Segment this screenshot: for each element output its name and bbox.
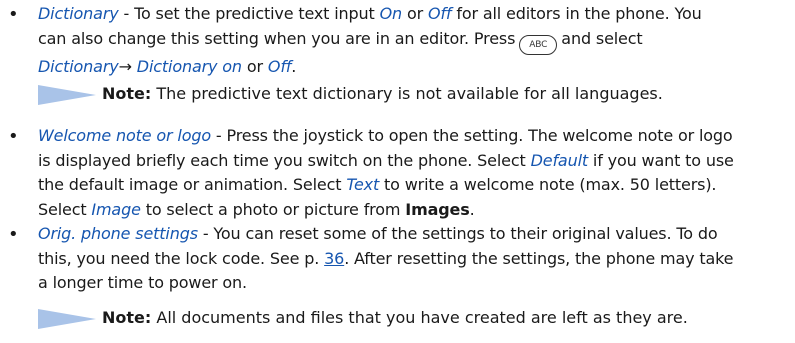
- bullet-icon: •: [8, 126, 19, 147]
- note-triangle-icon: [38, 309, 96, 329]
- page-link[interactable]: 36: [324, 249, 344, 268]
- term-dictionary: Dictionary: [38, 4, 119, 23]
- bullet-icon: •: [8, 4, 19, 25]
- term-welcome-note: Welcome note or logo: [38, 126, 211, 145]
- manual-page: • Dictionary - To set the predictive tex…: [8, 4, 734, 329]
- abc-key-icon: ABC: [519, 34, 558, 55]
- arrow-icon: →: [118, 56, 132, 76]
- images-app-name: Images: [405, 199, 470, 219]
- bullet-icon: •: [8, 224, 19, 245]
- term-orig-phone-settings: Orig. phone settings: [38, 224, 198, 243]
- note-triangle-icon: [38, 85, 96, 105]
